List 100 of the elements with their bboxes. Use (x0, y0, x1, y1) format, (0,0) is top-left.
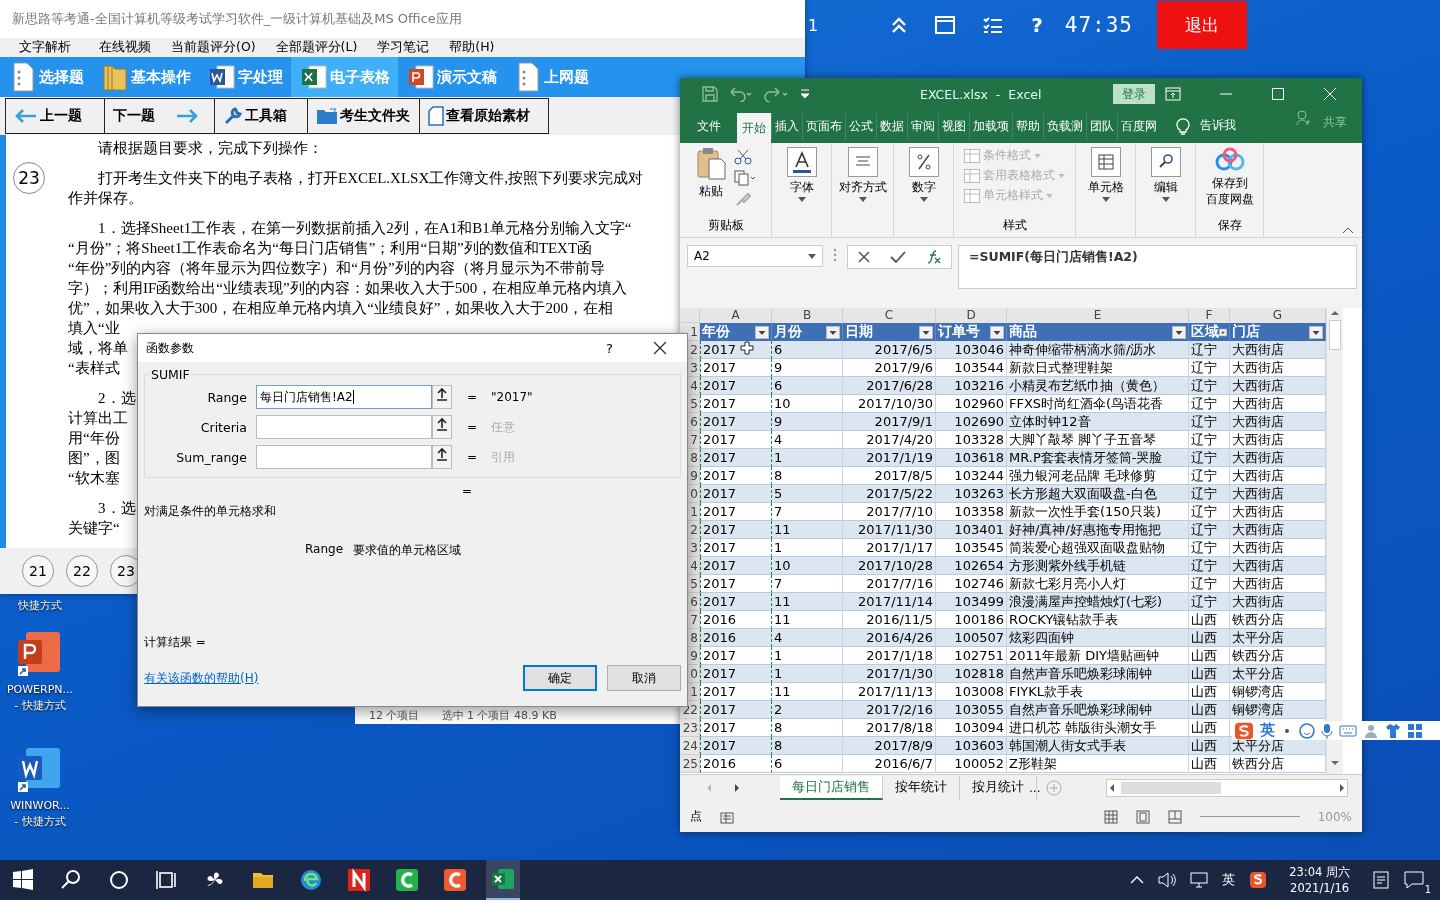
save-to-cloud-button[interactable]: 保存到 百度网盘 (1205, 147, 1254, 207)
filter-dropdown-icon[interactable] (755, 325, 769, 339)
scroll-thumb[interactable] (1121, 782, 1222, 794)
table-header-cell[interactable]: 月份 (772, 323, 843, 341)
ribbon-tab[interactable]: 加载项 (969, 113, 1012, 140)
filter-dropdown-icon[interactable] (1309, 325, 1323, 339)
column-header[interactable]: B (772, 308, 843, 324)
ribbon-tab[interactable]: 公式 (845, 113, 876, 140)
argument-field[interactable] (256, 415, 432, 439)
save-icon[interactable] (702, 86, 718, 102)
table-header-cell[interactable]: 门店 (1230, 323, 1326, 341)
input-method-logo-icon[interactable] (1234, 721, 1254, 740)
menu-item[interactable]: 文字解析 (0, 39, 81, 57)
input-method-logo-icon[interactable] (1249, 871, 1268, 889)
ribbon-tab[interactable]: 团队 (1086, 113, 1117, 140)
lightbulb-icon[interactable] (1176, 117, 1190, 135)
ribbon-tab[interactable]: 视图 (938, 113, 969, 140)
ribbon-tab[interactable]: 审阅 (907, 113, 938, 140)
taskbar-spreadsheet-icon[interactable] (486, 860, 520, 900)
collapse-dialog-icon[interactable] (432, 385, 452, 409)
nav-button[interactable]: 查看原始素材 (418, 98, 549, 135)
macro-record-icon[interactable] (720, 809, 734, 824)
collapse-dialog-icon[interactable] (432, 445, 452, 469)
desktop-icon-label[interactable]: WINWOR... (10, 798, 70, 814)
close-icon[interactable] (653, 341, 667, 355)
sheet-tab[interactable]: 按年统计 (883, 776, 960, 800)
ribbon-tab[interactable]: 插入 (771, 113, 802, 140)
column-header[interactable]: A (700, 308, 772, 324)
nav-button[interactable]: 下一题 (104, 98, 215, 135)
double-chevron-up-icon[interactable] (891, 16, 908, 34)
ribbon-button[interactable]: 字体 (786, 147, 817, 202)
filter-dropdown-icon[interactable] (1172, 325, 1186, 339)
desktop-icon-label[interactable]: POWERPN... (6, 682, 74, 698)
ribbon-button[interactable]: 对齐方式 (838, 147, 887, 202)
menu-item[interactable]: 帮助(H) (439, 39, 505, 57)
table-header-cell[interactable]: 日期 (843, 323, 936, 341)
clock-date[interactable]: 2021/1/16 (1290, 880, 1350, 896)
window-icon[interactable] (935, 16, 956, 34)
ribbon-tab[interactable]: 负载测 (1043, 113, 1086, 140)
ribbon-tab[interactable]: 页面布 (802, 113, 845, 140)
column-header[interactable]: F (1189, 308, 1230, 324)
input-mode-button[interactable]: 英 (1260, 721, 1275, 740)
nav-button[interactable]: 上一题 (4, 98, 106, 135)
customize-icon[interactable] (800, 88, 810, 100)
sheet-tab[interactable]: 每日门店销售 (780, 776, 883, 800)
desktop-icon-label[interactable]: 快捷方式 (18, 598, 62, 614)
help-button[interactable]: ? (606, 340, 613, 356)
function-icon[interactable] (926, 250, 941, 264)
normal-view-icon[interactable] (1103, 809, 1118, 824)
column-header[interactable]: C (843, 308, 936, 324)
shirt-icon[interactable] (1385, 722, 1401, 739)
filter-dropdown-icon[interactable] (990, 325, 1004, 339)
chevron-up-icon[interactable] (1130, 875, 1145, 885)
ribbon-tab[interactable]: 开始 (737, 113, 771, 143)
collapse-dialog-icon[interactable] (432, 415, 452, 439)
filter-dropdown-icon[interactable] (919, 325, 933, 339)
horizontal-scrollbar[interactable] (1106, 779, 1349, 797)
scroll-thumb[interactable] (1329, 320, 1341, 350)
desktop-icon-label[interactable]: - 快捷方式 (14, 814, 66, 830)
ribbon-tab[interactable]: 百度网 (1117, 113, 1160, 140)
ribbon-button[interactable]: 数字 (908, 147, 939, 202)
tell-me-field[interactable]: 告诉我 (1200, 117, 1236, 134)
scroll-down-icon[interactable] (1329, 758, 1341, 768)
menu-item[interactable]: 全部题评分(L) (265, 39, 368, 57)
table-header-cell[interactable]: 年份 (700, 323, 772, 341)
filter-dropdown-icon[interactable] (1219, 325, 1227, 339)
row-header[interactable]: 24 (680, 737, 700, 755)
row-header[interactable]: 23 (680, 719, 700, 737)
exit-button[interactable]: 退出 (1157, 1, 1247, 49)
checklist-icon[interactable] (983, 16, 1004, 34)
clock-time[interactable]: 23:04 周六 (1289, 864, 1350, 880)
smiley-icon[interactable] (1299, 722, 1315, 739)
filter-dropdown-icon[interactable] (826, 325, 840, 339)
table-header-cell[interactable]: 商品 (1007, 323, 1189, 341)
ribbon-tab[interactable]: 帮助 (1012, 113, 1043, 140)
copy-icon[interactable] (733, 170, 756, 186)
undo-icon[interactable] (728, 86, 754, 102)
cancel-icon[interactable] (858, 251, 871, 263)
help-link[interactable]: 有关该函数的帮助(H) (144, 669, 513, 687)
formula-field[interactable]: =SUMIF(每日门店销售!A2) (958, 245, 1357, 289)
column-header[interactable]: E (1007, 308, 1189, 324)
column-header[interactable]: G (1230, 308, 1326, 324)
menu-item[interactable]: 在线视频 (89, 39, 161, 57)
question-page-button[interactable]: 22 (66, 555, 98, 588)
desktop-icon-label[interactable]: - 快捷方式 (14, 698, 66, 714)
grid-menu-icon[interactable] (1407, 722, 1423, 739)
next-sheet-icon[interactable] (732, 783, 742, 793)
dialog-button[interactable]: 确定 (523, 665, 597, 691)
ribbon-tab[interactable]: 数据 (876, 113, 907, 140)
maximize-icon[interactable] (1271, 87, 1285, 101)
redo-icon[interactable] (764, 86, 790, 102)
notes-icon[interactable] (1372, 871, 1390, 889)
page-layout-icon[interactable] (1135, 809, 1150, 824)
ribbon-display-icon[interactable] (1165, 87, 1181, 101)
scissors-icon[interactable] (733, 149, 752, 165)
ribbon-button[interactable]: 编辑 (1150, 147, 1181, 202)
paste-button[interactable]: 粘贴 (695, 147, 726, 207)
ribbon-tab[interactable]: 文件 (680, 113, 737, 140)
microphone-icon[interactable] (1321, 722, 1333, 739)
input-language-indicator[interactable]: 英 (1222, 871, 1236, 889)
